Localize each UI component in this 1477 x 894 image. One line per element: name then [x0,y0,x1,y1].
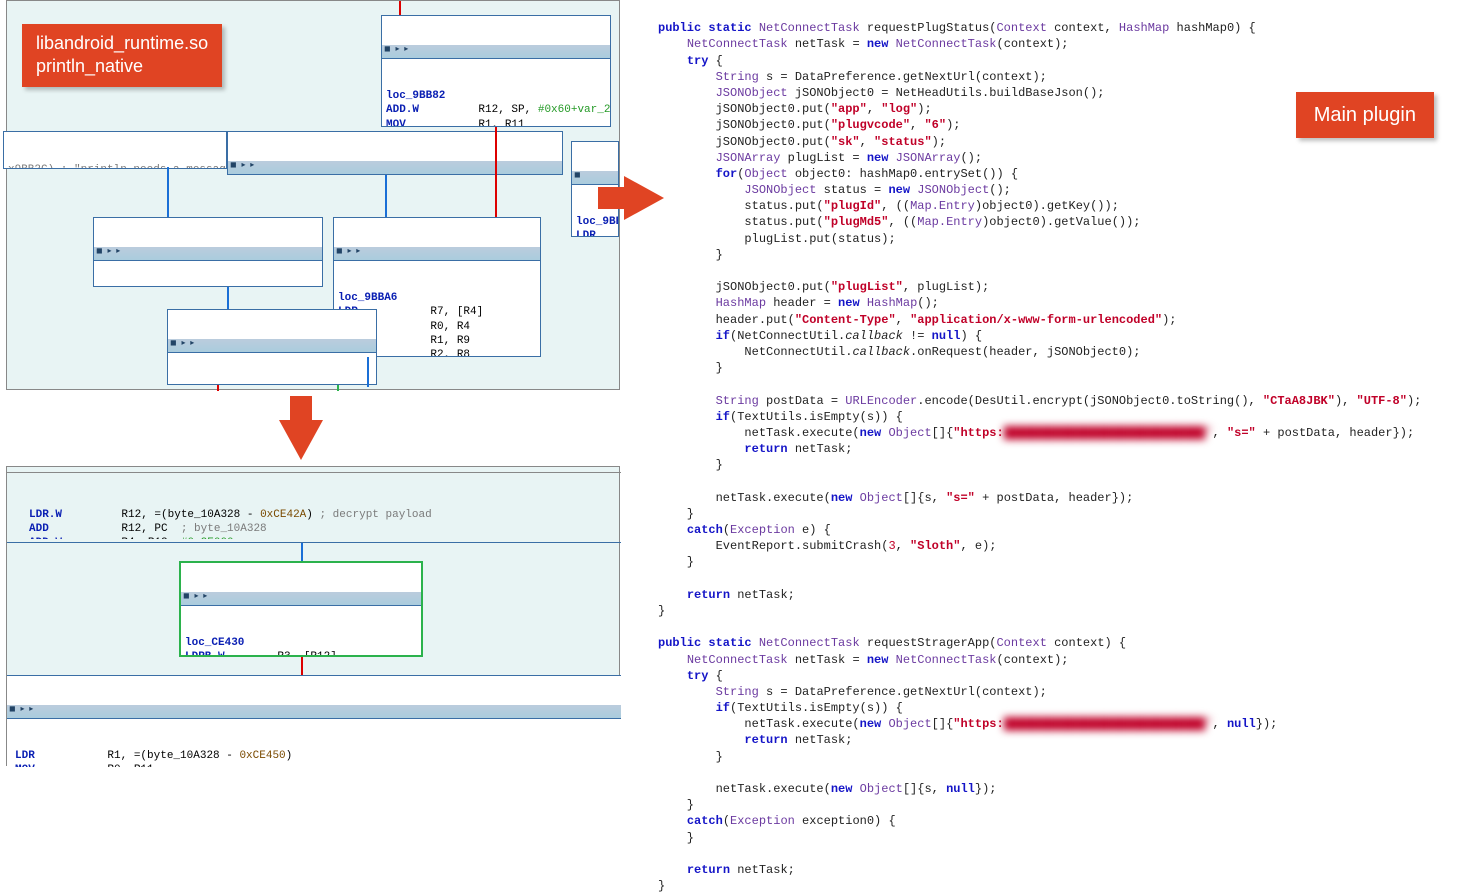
arrow-down-head-icon [279,420,323,460]
node-top-frame [7,473,621,543]
arrow-down-icon [290,396,312,422]
badge-libandroid: libandroid_runtime.soprintln_native [22,24,222,87]
node-bad-bufid: ◼ ▸ ▸ LDR R1, =(aBadBufid - 0x9BB36) ; "… [227,131,563,175]
badge-main-plugin: Main plugin [1296,92,1434,138]
arrow-right-icon [598,187,626,209]
node-msg-println: x9BB2C) ; "println needs a message" a me… [3,131,227,169]
java-source-pane[interactable]: Main plugin public static NetConnectTask… [654,0,1474,768]
node-loc-9BB82: ◼ ▸ ▸ loc_9BB82 ADD.W R12, SP, #0x60+var… [381,15,611,127]
node-loc-9BB34: ◼ ▸ ▸ loc_9BB34 BLX jniThrowNullPointerE… [93,217,323,287]
node-savedexfile: ◼ ▸ ▸ LDR R1, =(byte_10A328 - 0xCE450) M… [7,675,621,767]
node-loc-CE430: ◼ ▸ ▸ loc_CE430 LDRB.W R3, [R12] EOR.W R… [179,561,423,657]
ida-graph-bottom[interactable]: LDR.W R12, =(byte_10A328 - 0xCE42A) ; de… [6,466,620,766]
node-loc-9BBBC: ◼ ▸ ▸ loc_9BBBC LDR R2, [SP,#0x60+var_2C… [167,309,377,385]
